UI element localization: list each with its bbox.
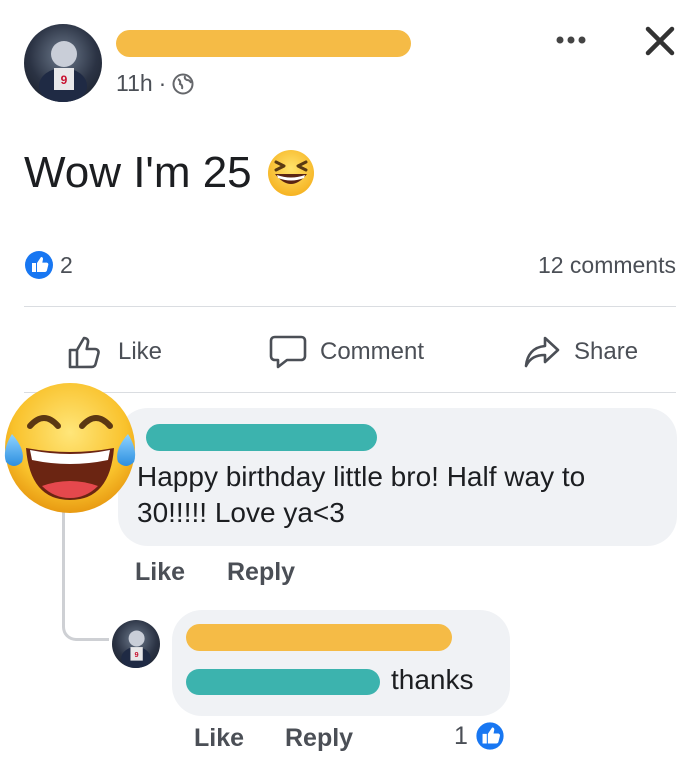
like-button-label: Like [118,338,163,365]
reply-text: thanks [391,664,474,695]
comment-button-label: Comment [320,338,425,365]
share-button[interactable]: Share [522,332,638,372]
comment-text: Happy birthday little bro! Half way to 3… [137,459,585,531]
commenter-name-redaction[interactable] [146,424,377,451]
like-reaction-icon[interactable] [474,720,506,752]
thread-line [62,500,109,641]
comment-like-link[interactable]: Like [135,558,185,587]
reply-author-name-redaction[interactable] [186,624,452,651]
laughing-squint-emoji [266,148,316,198]
reply-author-avatar[interactable]: 9 [112,620,160,668]
thumbs-up-icon [66,332,118,372]
reply-reaction-count[interactable]: 1 [454,722,468,751]
reply-reply-link[interactable]: Reply [285,724,353,753]
svg-text:9: 9 [135,650,139,659]
like-button[interactable]: Like [66,332,162,372]
reaction-count[interactable]: 2 [60,252,73,279]
author-name-redaction[interactable] [116,30,411,57]
comments-count[interactable]: 12 comments [538,252,676,279]
comment-reply-link[interactable]: Reply [227,558,295,587]
svg-text:9: 9 [61,73,68,87]
reply-mention-redaction[interactable] [186,669,380,695]
share-button-label: Share [574,338,639,365]
like-reaction-icon[interactable] [24,250,54,280]
comment-button[interactable]: Comment [268,332,424,372]
comment-text-line-2: 30!!!!! Love ya<3 [137,497,345,528]
post-time[interactable]: 11h [116,70,153,97]
post-text: Wow I'm 25 [24,148,252,197]
meta-separator: · [158,70,167,96]
reply-like-link[interactable]: Like [194,724,244,753]
share-arrow-icon [522,332,574,372]
more-icon[interactable] [554,30,590,50]
author-avatar[interactable]: 9 [24,24,102,102]
tears-of-joy-emoji[interactable] [0,378,140,518]
divider-top [24,306,676,307]
comment-bubble-icon [268,332,320,372]
globe-icon [172,73,194,95]
close-icon[interactable] [643,24,677,58]
comment-text-line-1: Happy birthday little bro! Half way to [137,461,586,492]
